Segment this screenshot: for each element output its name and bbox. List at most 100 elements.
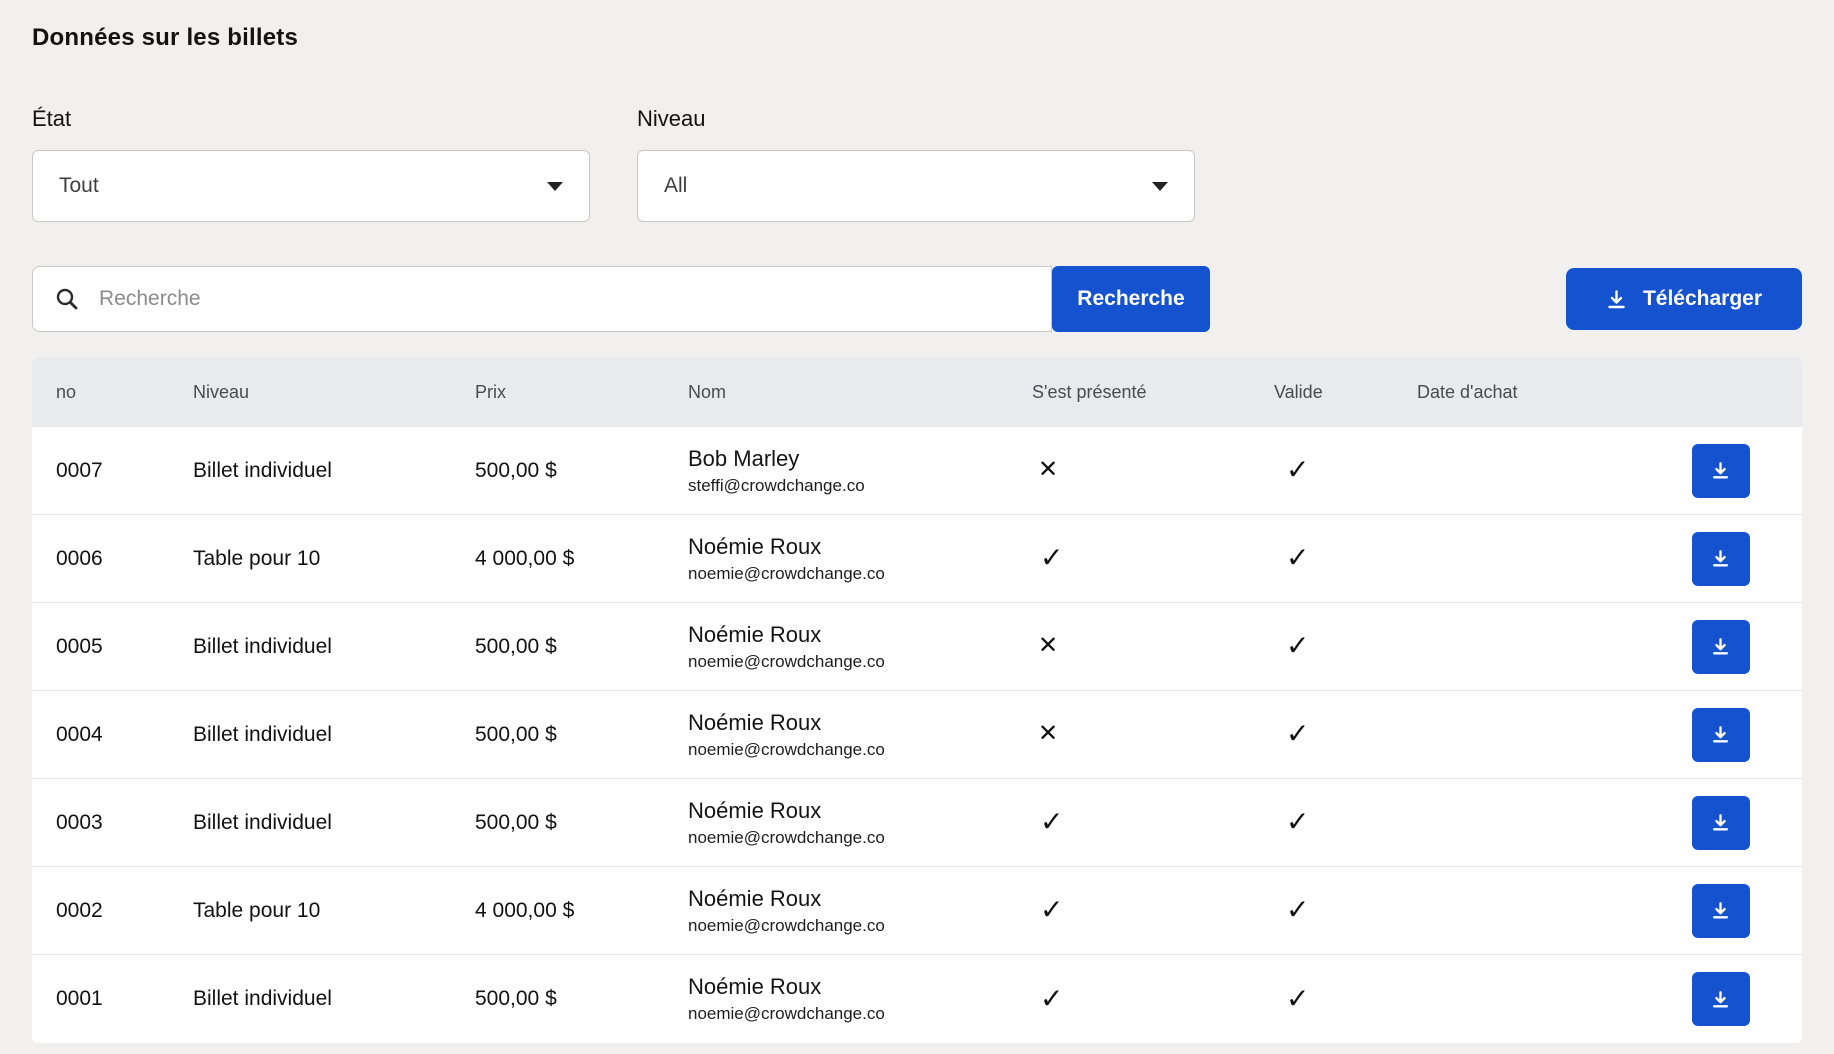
- cell-actions: [1639, 532, 1802, 586]
- niveau-select[interactable]: All: [637, 150, 1195, 222]
- row-download-button[interactable]: [1692, 708, 1750, 762]
- download-all-label: Télécharger: [1643, 287, 1762, 311]
- filter-niveau: Niveau All: [637, 106, 1195, 222]
- cell-no: 0007: [56, 459, 193, 483]
- ticket-holder-name: Bob Marley: [688, 446, 1032, 472]
- cell-valide: ✓: [1274, 632, 1417, 661]
- download-icon: [1711, 461, 1730, 480]
- cell-prix: 500,00 $: [475, 811, 688, 835]
- ticket-holder-name: Noémie Roux: [688, 886, 1032, 912]
- cell-presente: ✕: [1032, 458, 1274, 483]
- cross-icon: ✕: [1032, 632, 1058, 659]
- column-header-valide: Valide: [1274, 382, 1417, 403]
- ticket-holder-name: Noémie Roux: [688, 974, 1032, 1000]
- cell-nom: Noémie Roux noemie@crowdchange.co: [688, 974, 1032, 1024]
- row-download-button[interactable]: [1692, 972, 1750, 1026]
- filters-row: État Tout Niveau All: [32, 106, 1802, 222]
- table-row: 0002 Table pour 10 4 000,00 $ Noémie Rou…: [32, 867, 1802, 955]
- cell-no: 0003: [56, 811, 193, 835]
- cell-prix: 500,00 $: [475, 459, 688, 483]
- row-download-button[interactable]: [1692, 620, 1750, 674]
- ticket-holder-name: Noémie Roux: [688, 622, 1032, 648]
- table-row: 0001 Billet individuel 500,00 $ Noémie R…: [32, 955, 1802, 1043]
- niveau-select-value: All: [664, 174, 687, 198]
- row-download-button[interactable]: [1692, 532, 1750, 586]
- table-row: 0007 Billet individuel 500,00 $ Bob Marl…: [32, 427, 1802, 515]
- cell-prix: 4 000,00 $: [475, 899, 688, 923]
- cell-valide: ✓: [1274, 720, 1417, 749]
- cross-icon: ✕: [1032, 456, 1058, 483]
- filter-etat: État Tout: [32, 106, 590, 222]
- row-download-button[interactable]: [1692, 884, 1750, 938]
- chevron-down-icon: [1152, 182, 1168, 191]
- ticket-holder-email: noemie@crowdchange.co: [688, 564, 1032, 584]
- cell-nom: Bob Marley steffi@crowdchange.co: [688, 446, 1032, 496]
- etat-label: État: [32, 106, 590, 132]
- cell-actions: [1639, 620, 1802, 674]
- ticket-data-page: Données sur les billets État Tout Niveau…: [0, 0, 1834, 1043]
- column-header-presente: S'est présenté: [1032, 382, 1274, 403]
- cell-prix: 500,00 $: [475, 987, 688, 1011]
- search-input[interactable]: [32, 266, 1052, 332]
- cell-presente: ✓: [1032, 896, 1274, 925]
- cell-presente: ✓: [1032, 808, 1274, 837]
- tickets-table: no Niveau Prix Nom S'est présenté Valide…: [32, 357, 1802, 1043]
- download-icon: [1711, 725, 1730, 744]
- cell-nom: Noémie Roux noemie@crowdchange.co: [688, 886, 1032, 936]
- cell-niveau: Table pour 10: [193, 899, 475, 923]
- ticket-holder-email: noemie@crowdchange.co: [688, 740, 1032, 760]
- ticket-holder-email: noemie@crowdchange.co: [688, 652, 1032, 672]
- check-icon: ✓: [1032, 542, 1063, 573]
- cell-prix: 500,00 $: [475, 635, 688, 659]
- cell-presente: ✕: [1032, 722, 1274, 747]
- page-title: Données sur les billets: [32, 24, 1802, 52]
- chevron-down-icon: [547, 182, 563, 191]
- cell-nom: Noémie Roux noemie@crowdchange.co: [688, 534, 1032, 584]
- table-row: 0005 Billet individuel 500,00 $ Noémie R…: [32, 603, 1802, 691]
- cell-no: 0001: [56, 987, 193, 1011]
- cell-prix: 4 000,00 $: [475, 547, 688, 571]
- table-row: 0003 Billet individuel 500,00 $ Noémie R…: [32, 779, 1802, 867]
- check-icon: ✓: [1032, 983, 1063, 1014]
- column-header-nom: Nom: [688, 382, 1032, 403]
- download-icon: [1606, 289, 1627, 310]
- cell-actions: [1639, 972, 1802, 1026]
- cell-valide: ✓: [1274, 544, 1417, 573]
- ticket-holder-email: noemie@crowdchange.co: [688, 1004, 1032, 1024]
- cell-no: 0004: [56, 723, 193, 747]
- check-icon: ✓: [1274, 542, 1309, 573]
- search-row: Recherche Télécharger: [32, 266, 1802, 332]
- check-icon: ✓: [1032, 894, 1063, 925]
- row-download-button[interactable]: [1692, 444, 1750, 498]
- cell-presente: ✕: [1032, 634, 1274, 659]
- row-download-button[interactable]: [1692, 796, 1750, 850]
- table-row: 0004 Billet individuel 500,00 $ Noémie R…: [32, 691, 1802, 779]
- etat-select[interactable]: Tout: [32, 150, 590, 222]
- search-button[interactable]: Recherche: [1052, 266, 1210, 332]
- check-icon: ✓: [1274, 718, 1309, 749]
- cell-actions: [1639, 444, 1802, 498]
- cell-presente: ✓: [1032, 544, 1274, 573]
- cell-actions: [1639, 884, 1802, 938]
- check-icon: ✓: [1032, 806, 1063, 837]
- ticket-holder-email: steffi@crowdchange.co: [688, 476, 1032, 496]
- download-icon: [1711, 990, 1730, 1009]
- download-icon: [1711, 549, 1730, 568]
- ticket-holder-name: Noémie Roux: [688, 710, 1032, 736]
- ticket-holder-email: noemie@crowdchange.co: [688, 828, 1032, 848]
- download-icon: [1711, 813, 1730, 832]
- cell-valide: ✓: [1274, 456, 1417, 485]
- check-icon: ✓: [1274, 894, 1309, 925]
- cell-niveau: Billet individuel: [193, 723, 475, 747]
- cross-icon: ✕: [1032, 720, 1058, 747]
- cell-valide: ✓: [1274, 985, 1417, 1014]
- cell-prix: 500,00 $: [475, 723, 688, 747]
- search-field-wrap: [32, 266, 1052, 332]
- cell-no: 0006: [56, 547, 193, 571]
- check-icon: ✓: [1274, 806, 1309, 837]
- cell-valide: ✓: [1274, 896, 1417, 925]
- table-header-row: no Niveau Prix Nom S'est présenté Valide…: [32, 357, 1802, 427]
- cell-nom: Noémie Roux noemie@crowdchange.co: [688, 622, 1032, 672]
- table-body: 0007 Billet individuel 500,00 $ Bob Marl…: [32, 427, 1802, 1043]
- download-all-button[interactable]: Télécharger: [1566, 268, 1802, 330]
